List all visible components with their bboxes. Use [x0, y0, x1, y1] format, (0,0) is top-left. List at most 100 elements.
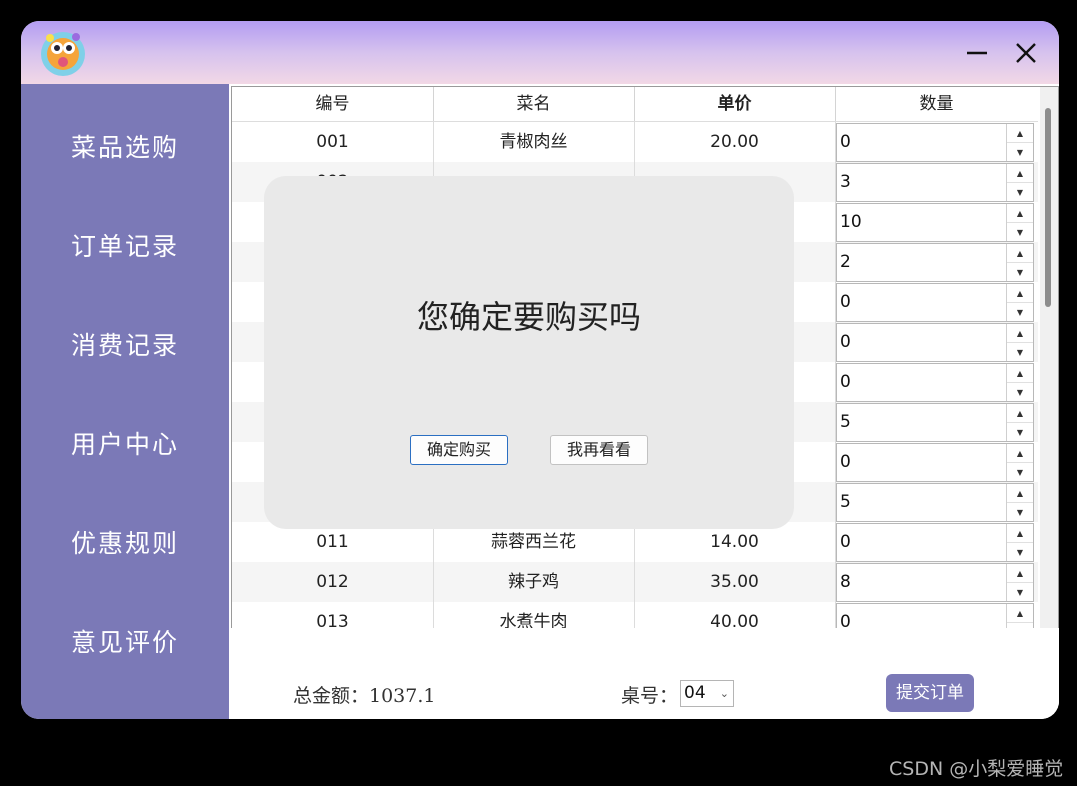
increment-icon[interactable]: ▲	[1007, 204, 1033, 223]
quantity-stepper[interactable]: 0 ▲▼	[836, 603, 1034, 629]
cell-name: 青椒肉丝	[433, 122, 635, 162]
quantity-stepper[interactable]: 0 ▲▼	[836, 523, 1034, 562]
quantity-stepper[interactable]: 10 ▲ ▼	[836, 203, 1034, 242]
sidebar-item-user-center[interactable]: 用户中心	[21, 413, 229, 473]
decrement-icon[interactable]: ▼	[1007, 463, 1033, 481]
decrement-icon[interactable]: ▼	[1007, 303, 1033, 321]
submit-order-button[interactable]: 提交订单	[886, 674, 974, 712]
sidebar-item-spending[interactable]: 消费记录	[21, 314, 229, 374]
table-number-value: 04	[684, 683, 706, 703]
sidebar-item-label: 订单记录	[70, 232, 179, 261]
cell-price: 20.00	[634, 122, 836, 162]
increment-icon[interactable]: ▲	[1007, 124, 1033, 143]
quantity-value[interactable]: 3	[840, 164, 851, 201]
sidebar-item-label: 用户中心	[70, 430, 179, 459]
column-header-id[interactable]: 编号	[232, 87, 434, 121]
quantity-value[interactable]: 5	[840, 484, 851, 521]
table-row[interactable]: 012 辣子鸡 35.00 8 ▲ ▼	[232, 562, 1038, 603]
increment-icon[interactable]: ▲	[1007, 524, 1033, 543]
sidebar: 菜品选购 订单记录 消费记录 用户中心 优惠规则 意见评价	[21, 84, 229, 719]
quantity-stepper[interactable]: 5 ▲ ▼	[836, 483, 1034, 522]
minimize-button[interactable]	[959, 35, 995, 71]
quantity-value[interactable]: 2	[840, 244, 851, 281]
footer-bar: 总金额：1037.1 桌号： 04 ⌄ 提交订单	[229, 628, 1059, 719]
stepper-buttons: ▲▼	[1006, 164, 1033, 201]
quantity-value[interactable]: 0	[840, 364, 851, 401]
increment-icon[interactable]: ▲	[1007, 284, 1033, 303]
stepper-buttons: ▲▼	[1006, 524, 1033, 561]
quantity-value[interactable]: 10	[840, 204, 862, 241]
increment-icon[interactable]: ▲	[1007, 564, 1033, 583]
close-button[interactable]	[1008, 35, 1044, 71]
increment-icon[interactable]: ▲	[1007, 444, 1033, 463]
sidebar-item-label: 消费记录	[70, 331, 179, 360]
sidebar-item-discounts[interactable]: 优惠规则	[21, 512, 229, 572]
confirm-purchase-button[interactable]: 确定购买	[410, 435, 508, 465]
quantity-value[interactable]: 0	[840, 524, 851, 561]
quantity-value[interactable]: 0	[840, 444, 851, 481]
quantity-value[interactable]: 8	[840, 564, 851, 601]
sidebar-item-orders[interactable]: 订单记录	[21, 215, 229, 275]
table-row[interactable]: 001 青椒肉丝 20.00 0 ▲ ▼	[232, 122, 1038, 163]
title-bar[interactable]	[21, 21, 1059, 84]
chevron-down-icon: ⌄	[719, 687, 729, 700]
decrement-icon[interactable]: ▼	[1007, 183, 1033, 201]
increment-icon[interactable]: ▲	[1007, 364, 1033, 383]
sidebar-item-feedback[interactable]: 意见评价	[21, 611, 229, 671]
column-header-quantity[interactable]: 数量	[835, 87, 1038, 121]
increment-icon[interactable]: ▲	[1007, 164, 1033, 183]
stepper-buttons: ▲▼	[1006, 364, 1033, 401]
quantity-value[interactable]: 0	[840, 324, 851, 361]
quantity-value[interactable]: 5	[840, 404, 851, 441]
quantity-stepper[interactable]: 3 ▲ ▼	[836, 163, 1034, 202]
watermark: CSDN @小梨爱睡觉	[889, 758, 1064, 780]
quantity-stepper[interactable]: 0 ▲▼	[836, 363, 1034, 402]
sidebar-item-label: 菜品选购	[70, 133, 179, 162]
decrement-icon[interactable]: ▼	[1007, 423, 1033, 441]
decrement-icon[interactable]: ▼	[1007, 343, 1033, 361]
decrement-icon[interactable]: ▼	[1007, 383, 1033, 401]
quantity-stepper[interactable]: 0 ▲▼	[836, 323, 1034, 362]
table-number-select[interactable]: 04 ⌄	[680, 680, 734, 707]
increment-icon[interactable]: ▲	[1007, 604, 1033, 623]
column-header-price[interactable]: 单价	[634, 87, 836, 121]
increment-icon[interactable]: ▲	[1007, 484, 1033, 503]
quantity-stepper[interactable]: 0 ▲▼	[836, 123, 1034, 162]
quantity-value[interactable]: 0	[840, 284, 851, 321]
stepper-buttons: ▲▼	[1006, 124, 1033, 161]
cell-name: 水煮牛肉	[433, 602, 635, 629]
dialog-message: 您确定要购买吗	[416, 298, 641, 336]
decrement-icon[interactable]: ▼	[1007, 263, 1033, 281]
total-amount: 总金额：1037.1	[293, 685, 436, 707]
increment-icon[interactable]: ▲	[1007, 404, 1033, 423]
table-row[interactable]: 013水煮牛肉40.000 ▲▼	[232, 602, 1038, 629]
stepper-buttons: ▲▼	[1006, 444, 1033, 481]
decrement-icon[interactable]: ▼	[1007, 223, 1033, 241]
sidebar-item-menu[interactable]: 菜品选购	[21, 116, 229, 176]
increment-icon[interactable]: ▲	[1007, 324, 1033, 343]
stepper-buttons: ▲▼	[1006, 404, 1033, 441]
decrement-icon[interactable]: ▼	[1007, 503, 1033, 521]
quantity-stepper[interactable]: 0 ▲▼	[836, 283, 1034, 322]
cancel-button[interactable]: 我再看看	[550, 435, 648, 465]
quantity-stepper[interactable]: 2 ▲ ▼	[836, 243, 1034, 282]
decrement-icon[interactable]: ▼	[1007, 583, 1033, 601]
increment-icon[interactable]: ▲	[1007, 244, 1033, 263]
sidebar-item-label: 意见评价	[70, 628, 179, 657]
quantity-stepper[interactable]: 8 ▲ ▼	[836, 563, 1034, 602]
stepper-buttons: ▲▼	[1006, 324, 1033, 361]
cell-id: 012	[232, 562, 434, 602]
cell-price: 35.00	[634, 562, 836, 602]
quantity-stepper[interactable]: 0 ▲▼	[836, 443, 1034, 482]
scrollbar-thumb[interactable]	[1045, 108, 1051, 307]
decrement-icon[interactable]: ▼	[1007, 143, 1033, 161]
stepper-buttons: ▲▼	[1006, 284, 1033, 321]
quantity-value[interactable]: 0	[840, 604, 851, 629]
quantity-value[interactable]: 0	[840, 124, 851, 161]
vertical-scrollbar[interactable]	[1040, 87, 1058, 629]
stepper-buttons: ▲▼	[1006, 204, 1033, 241]
decrement-icon[interactable]: ▼	[1007, 543, 1033, 561]
quantity-stepper[interactable]: 5 ▲ ▼	[836, 403, 1034, 442]
column-header-name[interactable]: 菜名	[433, 87, 635, 121]
close-icon	[1016, 43, 1036, 63]
